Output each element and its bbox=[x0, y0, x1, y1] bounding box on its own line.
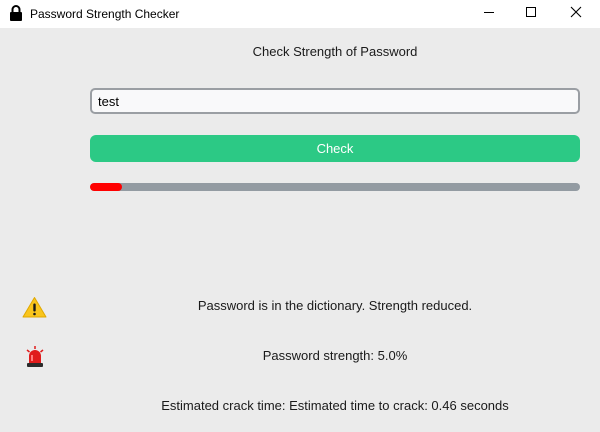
crack-time-text: Estimated crack time: Estimated time to … bbox=[161, 398, 509, 413]
dictionary-warning-text: Password is in the dictionary. Strength … bbox=[197, 298, 473, 313]
maximize-button[interactable] bbox=[508, 0, 554, 28]
strength-text: Password strength: 5.0% bbox=[262, 348, 408, 363]
padlock-icon bbox=[9, 5, 23, 21]
close-button[interactable] bbox=[553, 0, 599, 28]
check-button[interactable]: Check bbox=[90, 135, 580, 162]
title-bar: Password Strength Checker bbox=[0, 0, 600, 28]
main-panel: Check Strength of Password Check Passwor… bbox=[0, 28, 600, 432]
strength-progress-bar bbox=[90, 183, 580, 191]
close-icon bbox=[570, 5, 582, 23]
window-title: Password Strength Checker bbox=[30, 7, 180, 21]
minimize-icon bbox=[483, 5, 495, 23]
password-input[interactable] bbox=[90, 88, 580, 114]
page-heading: Check Strength of Password bbox=[252, 44, 418, 59]
strength-progress-fill bbox=[90, 183, 122, 191]
maximize-icon bbox=[525, 5, 537, 23]
minimize-button[interactable] bbox=[466, 0, 512, 28]
